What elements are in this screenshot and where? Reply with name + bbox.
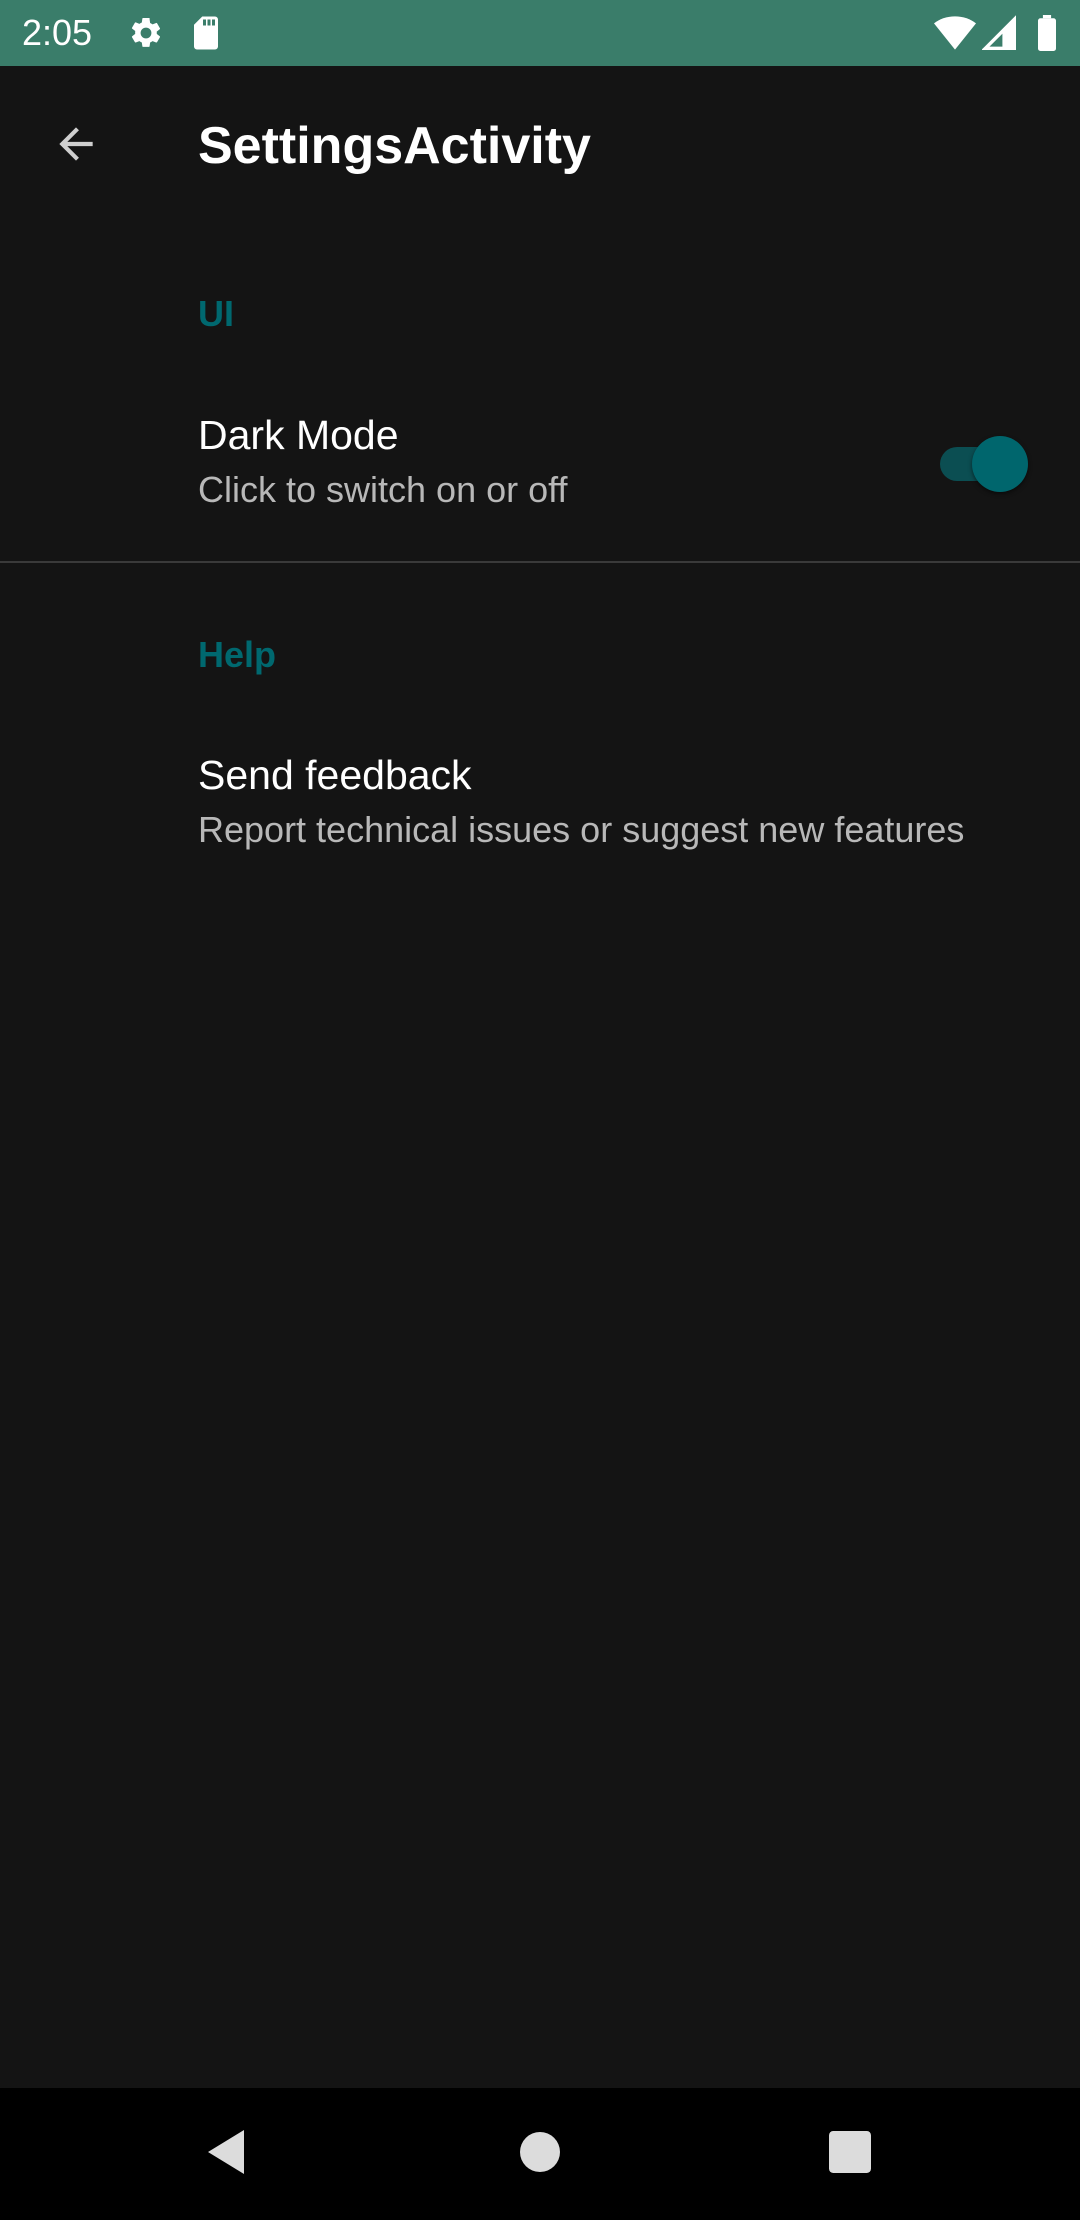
back-triangle-icon: [204, 2128, 248, 2181]
gear-icon: [128, 15, 164, 51]
dark-mode-preference[interactable]: Dark Mode Click to switch on or off: [0, 380, 1080, 528]
signal-icon: [982, 15, 1016, 51]
dark-mode-switch[interactable]: [936, 427, 1028, 495]
preference-title: Dark Mode: [198, 412, 399, 458]
sd-card-icon: [190, 15, 222, 51]
arrow-back-icon: [51, 119, 101, 174]
battery-icon: [1036, 15, 1058, 51]
preference-title: Send feedback: [198, 752, 472, 798]
switch-thumb: [972, 436, 1028, 492]
home-circle-icon: [518, 2130, 562, 2179]
preference-summary: Report technical issues or suggest new f…: [198, 809, 965, 850]
nav-recents-button[interactable]: [814, 2118, 886, 2190]
page-title: SettingsActivity: [198, 117, 591, 175]
status-bar: 2:05: [0, 0, 1080, 66]
nav-back-button[interactable]: [190, 2118, 262, 2190]
send-feedback-preference[interactable]: Send feedback Report technical issues or…: [0, 720, 1080, 868]
category-title-ui: UI: [198, 293, 234, 334]
category-title-help: Help: [198, 634, 277, 675]
back-button[interactable]: [40, 110, 112, 182]
divider: [0, 561, 1080, 563]
preference-summary: Click to switch on or off: [198, 469, 568, 510]
recents-square-icon: [829, 2130, 871, 2178]
app-bar: SettingsActivity: [0, 66, 1080, 222]
nav-home-button[interactable]: [504, 2118, 576, 2190]
navigation-bar: [0, 2088, 1080, 2220]
settings-screen: 2:05 SettingsActivity UI Dark Mode Click…: [0, 0, 1080, 2220]
wifi-icon: [934, 15, 976, 51]
status-time: 2:05: [22, 12, 93, 53]
